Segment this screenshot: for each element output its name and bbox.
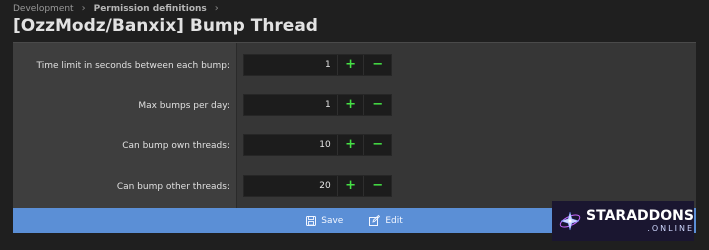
form-row-other-threads: Can bump other threads: 20 + −	[13, 175, 696, 199]
minus-icon: −	[372, 97, 384, 112]
max-bumps-stepper[interactable]: 1 + −	[243, 94, 392, 116]
form-row-own-threads: Can bump own threads: 10 + −	[13, 134, 696, 158]
plus-icon: +	[345, 97, 357, 112]
plus-icon: +	[345, 57, 357, 72]
row-label: Time limit in seconds between each bump:	[36, 61, 230, 71]
save-label: Save	[321, 215, 344, 226]
minus-icon: −	[372, 57, 384, 72]
row-label: Can bump other threads:	[116, 182, 230, 192]
edit-icon	[369, 215, 381, 226]
minus-icon: −	[372, 178, 384, 193]
row-label: Can bump own threads:	[122, 141, 230, 151]
increment-button[interactable]: +	[338, 95, 365, 115]
decrement-button[interactable]: −	[364, 135, 391, 155]
breadcrumb-item-development[interactable]: Development	[13, 4, 74, 14]
stepper-value-input[interactable]: 1	[244, 55, 338, 75]
decrement-button[interactable]: −	[364, 176, 391, 196]
decrement-button[interactable]: −	[364, 55, 391, 75]
save-button[interactable]: Save	[306, 215, 344, 226]
save-icon	[306, 215, 317, 226]
increment-button[interactable]: +	[338, 176, 365, 196]
staraddons-watermark-logo: STARADDONS .ONLINE	[552, 201, 694, 241]
breadcrumb: Development › Permission definitions ›	[13, 3, 219, 14]
options-panel: Time limit in seconds between each bump:…	[13, 42, 696, 209]
edit-label: Edit	[385, 215, 403, 226]
star-logo-icon	[559, 211, 581, 231]
stepper-value-input[interactable]: 10	[244, 135, 338, 155]
minus-icon: −	[372, 137, 384, 152]
stepper-value-input[interactable]: 1	[244, 95, 338, 115]
page-title: [OzzModz/Banxix] Bump Thread	[13, 16, 318, 36]
increment-button[interactable]: +	[338, 135, 365, 155]
stepper-value-input[interactable]: 20	[244, 176, 338, 196]
form-row-max-bumps: Max bumps per day: 1 + −	[13, 94, 696, 118]
watermark-line2: .ONLINE	[647, 223, 694, 233]
increment-button[interactable]: +	[338, 55, 365, 75]
decrement-button[interactable]: −	[364, 95, 391, 115]
breadcrumb-separator: ›	[214, 3, 219, 14]
breadcrumb-item-permission-definitions[interactable]: Permission definitions	[94, 4, 207, 14]
plus-icon: +	[345, 137, 357, 152]
watermark-line1: STARADDONS	[586, 207, 694, 224]
form-row-time-limit: Time limit in seconds between each bump:…	[13, 54, 696, 78]
watermark-text: STARADDONS .ONLINE	[586, 207, 694, 234]
other-threads-stepper[interactable]: 20 + −	[243, 175, 392, 197]
time-limit-stepper[interactable]: 1 + −	[243, 54, 392, 76]
own-threads-stepper[interactable]: 10 + −	[243, 134, 392, 156]
row-label: Max bumps per day:	[138, 101, 230, 111]
plus-icon: +	[345, 178, 357, 193]
breadcrumb-separator: ›	[81, 3, 86, 14]
edit-button[interactable]: Edit	[369, 215, 403, 226]
